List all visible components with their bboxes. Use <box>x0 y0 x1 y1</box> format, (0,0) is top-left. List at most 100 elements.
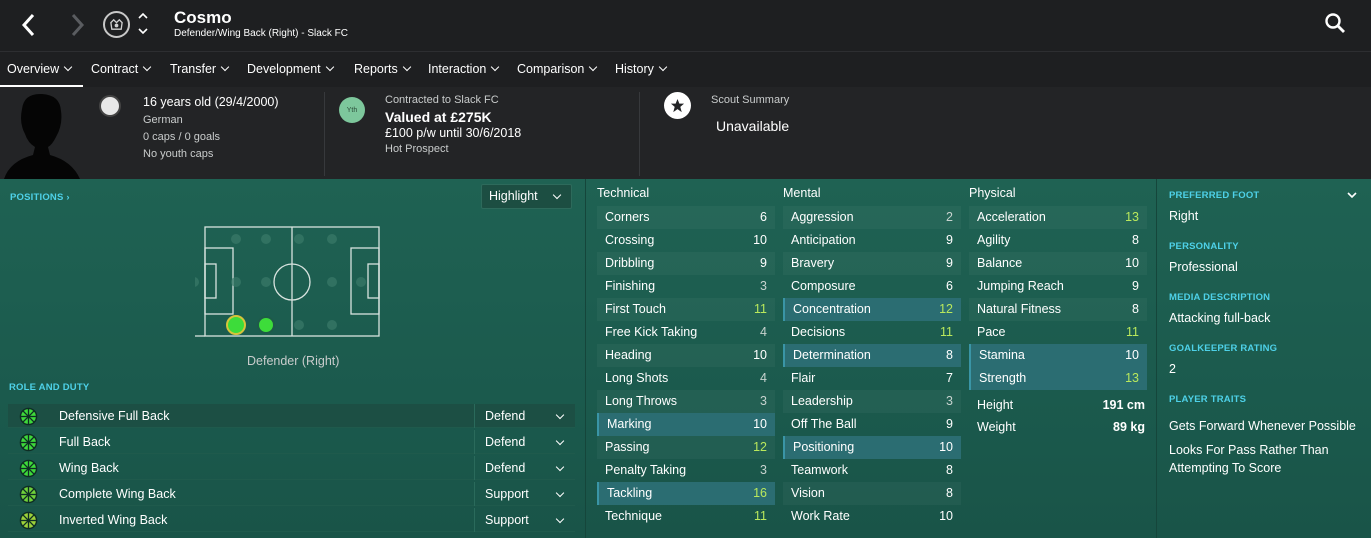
player-caps: 0 caps / 0 goals <box>143 131 221 143</box>
attribute-name: Stamina <box>979 348 1025 362</box>
attribute-name: Technique <box>605 509 662 523</box>
role-row[interactable]: Full Back Defend <box>8 430 575 454</box>
contract-status: Hot Prospect <box>385 143 449 155</box>
attribute-value: 9 <box>946 233 953 247</box>
player-traits-section: PLAYER TRAITS Gets Forward Whenever Poss… <box>1169 391 1359 477</box>
attribute-value: 10 <box>753 348 767 362</box>
attribute-row-aggression: Aggression 2 <box>783 206 961 229</box>
menu-reports[interactable]: Reports <box>354 52 412 88</box>
attribute-row-anticipation: Anticipation 9 <box>783 229 961 252</box>
attribute-row-concentration: Concentration 12 <box>783 298 961 321</box>
personality-section: PERSONALITY Professional <box>1169 241 1239 274</box>
attribute-name: Vision <box>791 486 825 500</box>
player-age: 16 years old (29/4/2000) <box>143 95 279 109</box>
back-button[interactable] <box>14 10 44 40</box>
menu-history[interactable]: History <box>615 52 668 88</box>
attribute-row-natural-fitness: Natural Fitness 8 <box>969 298 1147 321</box>
positions-link[interactable]: POSITIONS › <box>10 192 70 203</box>
attribute-value: 3 <box>946 394 953 408</box>
forward-button[interactable] <box>62 10 92 40</box>
collapse-button[interactable] <box>1346 188 1358 200</box>
attribute-row-penalty-taking: Penalty Taking 3 <box>597 459 775 482</box>
duty-dropdown[interactable]: Defend <box>474 430 575 454</box>
role-row[interactable]: Complete Wing Back Support <box>8 482 575 506</box>
attribute-value: 3 <box>760 394 767 408</box>
media-description-section: MEDIA DESCRIPTION Attacking full-back <box>1169 292 1271 325</box>
attribute-value: 10 <box>1125 256 1139 270</box>
duty-dropdown[interactable]: Support <box>474 508 575 532</box>
attribute-value: 8 <box>1132 233 1139 247</box>
contract-value: Valued at £275K <box>385 109 492 125</box>
attribute-row-leadership: Leadership 3 <box>783 390 961 413</box>
chevron-down-icon <box>220 62 230 72</box>
forward-arrow-icon <box>71 13 85 37</box>
attribute-name: Off The Ball <box>791 417 857 431</box>
role-duty-label: ROLE AND DUTY <box>9 382 90 393</box>
club-badge-icon[interactable] <box>103 11 130 38</box>
attribute-name: Work Rate <box>791 509 850 523</box>
attribute-name: Strength <box>979 371 1027 385</box>
player-cycle-control[interactable] <box>136 10 150 38</box>
flag-icon <box>99 95 121 117</box>
attribute-row-passing: Passing 12 <box>597 436 775 459</box>
attribute-name: Positioning <box>793 440 855 454</box>
panel-divider <box>1156 179 1157 538</box>
position-label: Defender (Right) <box>247 354 340 368</box>
menu-transfer[interactable]: Transfer <box>170 52 230 88</box>
player-subtitle: Defender/Wing Back (Right) - Slack FC <box>174 28 348 39</box>
attribute-row-bravery: Bravery 9 <box>783 252 961 275</box>
menu-development[interactable]: Development <box>247 52 334 88</box>
highlight-dropdown[interactable]: Highlight <box>481 184 572 209</box>
chevron-down-icon <box>555 514 565 524</box>
physical-heading: Physical <box>969 186 1016 200</box>
attribute-value: 11 <box>1126 325 1139 339</box>
duty-dropdown[interactable]: Defend <box>474 404 575 428</box>
attribute-row-first-touch: First Touch 11 <box>597 298 775 321</box>
attribute-row-teamwork: Teamwork 8 <box>783 459 961 482</box>
chevron-down-icon <box>325 62 334 72</box>
chevron-down-icon <box>491 62 500 72</box>
role-row[interactable]: Inverted Wing Back Support <box>8 508 575 532</box>
attribute-value: 9 <box>1132 279 1139 293</box>
attribute-name: Flair <box>791 371 816 385</box>
search-button[interactable] <box>1324 12 1350 38</box>
attribute-value: 13 <box>1125 210 1139 224</box>
attribute-value: 10 <box>1125 348 1139 362</box>
role-icon <box>19 459 38 478</box>
player-youth-caps: No youth caps <box>143 148 214 160</box>
attribute-row-positioning: Positioning 10 <box>783 436 961 459</box>
attribute-value: 11 <box>754 302 767 316</box>
height-label: Height <box>977 398 1014 412</box>
chevron-down-icon <box>402 62 412 72</box>
attribute-name: Dribbling <box>605 256 655 270</box>
chevron-down-icon <box>143 62 152 72</box>
menu-interaction[interactable]: Interaction <box>428 52 500 88</box>
attribute-name: Natural Fitness <box>977 302 1062 316</box>
menu-comparison[interactable]: Comparison <box>517 52 598 88</box>
contract-wage: £100 p/w until 30/6/2018 <box>385 126 522 140</box>
chevron-down-icon <box>552 190 562 200</box>
role-row[interactable]: Wing Back Defend <box>8 456 575 480</box>
attribute-name: Heading <box>605 348 652 362</box>
attribute-name: Corners <box>605 210 650 224</box>
attribute-value: 10 <box>753 417 767 431</box>
attribute-name: Anticipation <box>791 233 856 247</box>
attribute-value: 11 <box>754 509 767 523</box>
attribute-name: Determination <box>793 348 871 362</box>
menu-bar: Overview Contract Transfer Development R… <box>0 51 1371 88</box>
attribute-row-agility: Agility 8 <box>969 229 1147 252</box>
attribute-name: Bravery <box>791 256 835 270</box>
menu-overview[interactable]: Overview <box>0 52 83 88</box>
role-row[interactable]: Defensive Full Back Defend <box>8 404 575 428</box>
attribute-name: Balance <box>977 256 1023 270</box>
contract-club: Contracted to Slack FC <box>385 94 499 106</box>
role-icon <box>19 433 38 452</box>
attribute-row-technique: Technique 11 <box>597 505 775 528</box>
attribute-row-work-rate: Work Rate 10 <box>783 505 961 528</box>
menu-contract[interactable]: Contract <box>91 52 152 88</box>
role-icon <box>19 485 38 504</box>
duty-dropdown[interactable]: Defend <box>474 456 575 480</box>
duty-dropdown[interactable]: Support <box>474 482 575 506</box>
attribute-value: 2 <box>946 210 953 224</box>
chevron-up-down-icon <box>138 12 148 35</box>
